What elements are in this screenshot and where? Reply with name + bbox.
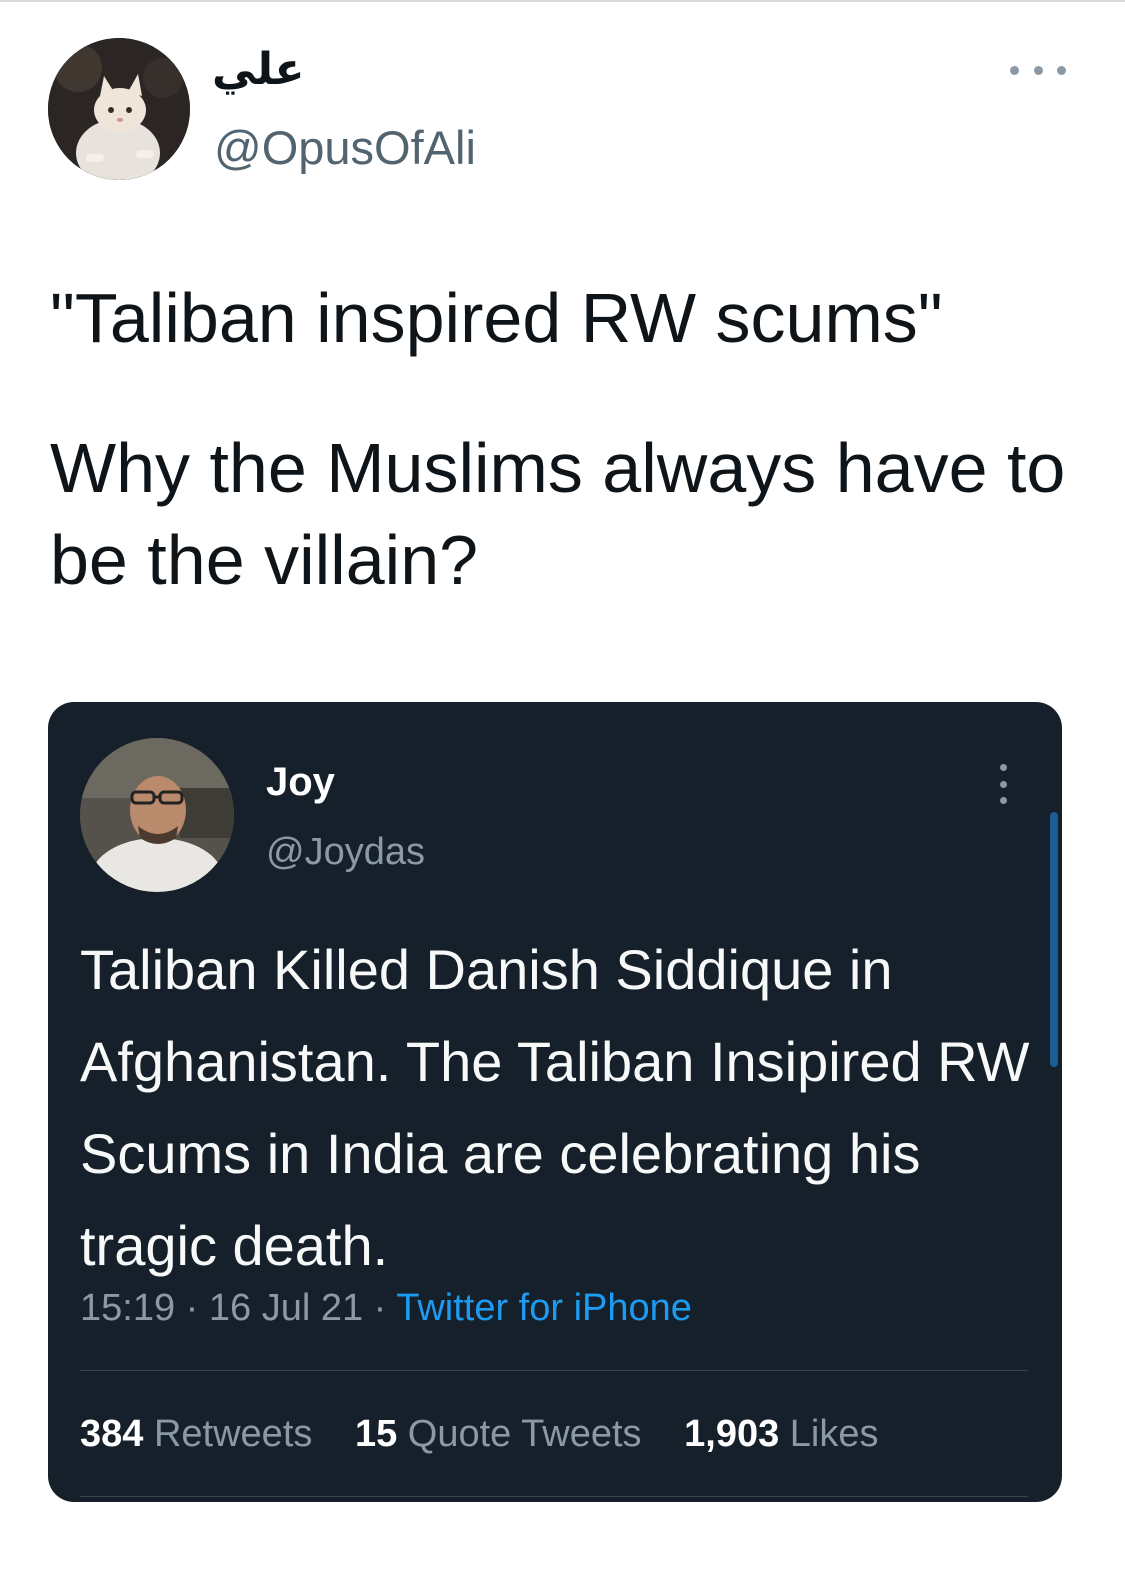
top-divider: [0, 0, 1125, 2]
person-avatar-icon: [80, 738, 234, 892]
stats-divider-bottom: [80, 1496, 1028, 1497]
author-avatar[interactable]: [48, 38, 190, 180]
tweet-text-line: "Taliban inspired RW scums": [50, 279, 943, 357]
quoted-author-handle[interactable]: @Joydas: [266, 826, 425, 878]
likes-label: Likes: [789, 1413, 879, 1455]
likes-stat[interactable]: 1,903 Likes: [684, 1413, 878, 1455]
tweet-source-link[interactable]: Twitter for iPhone: [396, 1287, 692, 1329]
more-dot: [1057, 65, 1066, 75]
quoted-more-options-button[interactable]: [996, 764, 1010, 804]
cat-avatar-icon: [48, 38, 190, 180]
more-vertical-icon: [999, 764, 1007, 771]
quoted-author-avatar[interactable]: [80, 738, 234, 892]
quoted-author-display-name[interactable]: Joy: [266, 754, 335, 810]
likes-count: 1,903: [684, 1413, 780, 1455]
author-display-name[interactable]: علي: [212, 40, 305, 100]
more-dot: [1033, 65, 1043, 75]
quote-tweets-label: Quote Tweets: [407, 1413, 642, 1455]
retweets-count: 384: [80, 1413, 144, 1455]
scroll-indicator: [1050, 812, 1058, 1067]
retweets-stat[interactable]: 384 Retweets: [80, 1413, 323, 1455]
tweet-text-line: Why the Muslims always have to be the vi…: [50, 429, 1066, 599]
quoted-tweet-stats: 384 Retweets 15 Quote Tweets 1,903 Likes: [80, 1408, 911, 1460]
meta-separator: ·: [373, 1287, 387, 1329]
meta-separator: ·: [185, 1287, 199, 1329]
retweets-label: Retweets: [153, 1413, 313, 1455]
quoted-tweet-card[interactable]: Joy @Joydas Taliban Killed Danish Siddiq…: [48, 702, 1062, 1502]
more-options-button[interactable]: [1010, 58, 1066, 82]
more-horizontal-icon: [1010, 65, 1019, 75]
tweet-date: 16 Jul 21: [208, 1287, 364, 1329]
quote-tweets-stat[interactable]: 15 Quote Tweets: [355, 1413, 652, 1455]
more-dot: [999, 797, 1007, 804]
quote-tweets-count: 15: [354, 1413, 398, 1455]
quoted-tweet-text: Taliban Killed Danish Siddique in Afghan…: [80, 938, 1030, 1277]
more-dot: [999, 780, 1007, 788]
tweet-time: 15:19: [80, 1287, 176, 1329]
tweet-body: "Taliban inspired RW scums" Why the Musl…: [50, 272, 1080, 606]
stats-divider-top: [80, 1370, 1028, 1371]
author-handle[interactable]: @OpusOfAli: [214, 118, 476, 178]
quoted-tweet-meta: 15:19 · 16 Jul 21 · Twitter for iPhone: [80, 1282, 692, 1334]
